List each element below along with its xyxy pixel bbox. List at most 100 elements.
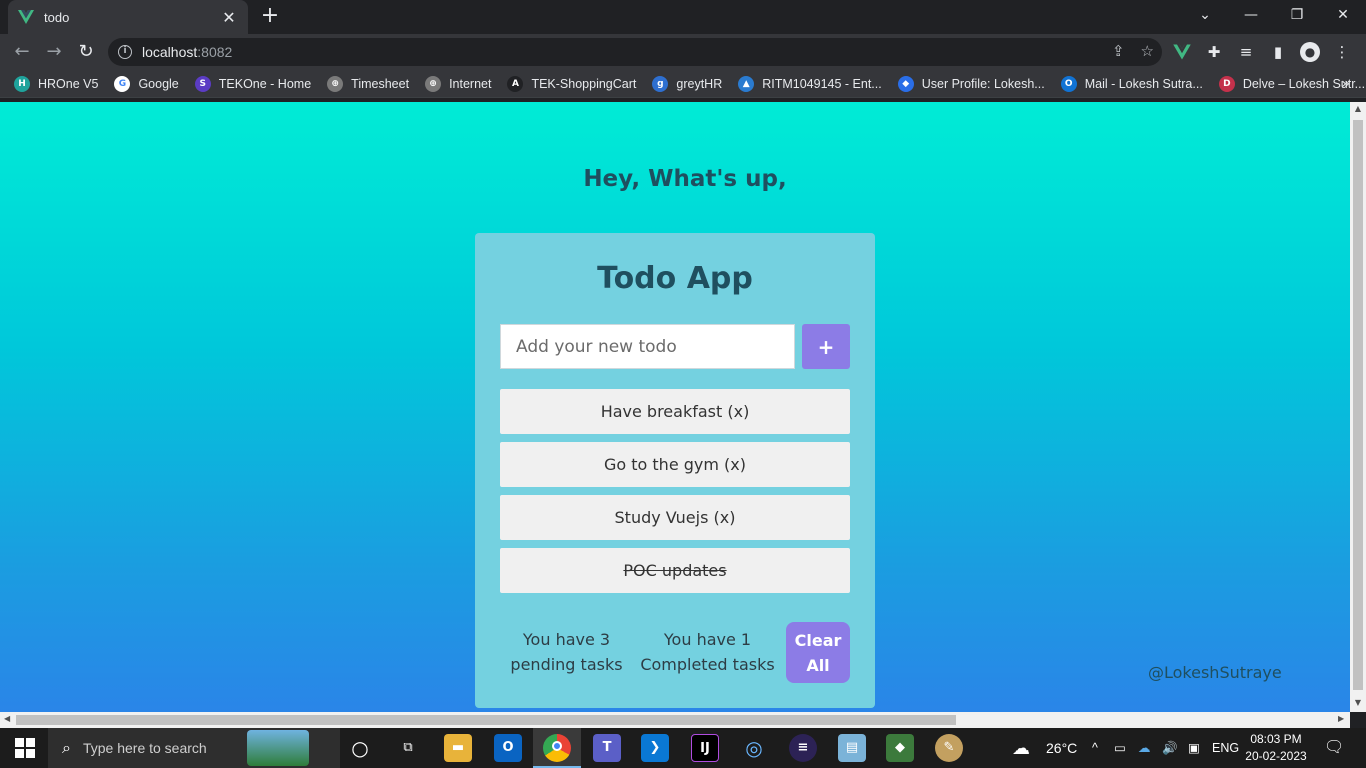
bookmark-item[interactable]: G Google <box>114 75 179 92</box>
forward-arrow-icon[interactable]: → <box>40 38 68 66</box>
menu-kebab-icon[interactable]: ⋮ <box>1332 42 1352 62</box>
clock-time: 08:03 PM <box>1250 732 1302 746</box>
clock-date: 20-02-2023 <box>1245 749 1307 763</box>
clear-all-button[interactable]: Clear All <box>786 622 850 683</box>
language-indicator[interactable]: ENG <box>1212 728 1239 768</box>
bookmark-favicon-icon: G <box>114 75 131 92</box>
edge-like-icon[interactable]: ◎ <box>740 734 768 762</box>
bookmark-label: Google <box>138 76 179 91</box>
close-window-icon[interactable]: ✕ <box>1320 0 1366 30</box>
git-tool-icon[interactable]: ◆ <box>886 734 914 762</box>
taskbar-search-box[interactable]: ⌕ Type here to search <box>48 728 340 768</box>
file-explorer-icon[interactable]: ▬ <box>444 734 472 762</box>
close-tab-icon[interactable]: ✕ <box>220 8 238 27</box>
bookmark-label: User Profile: Lokesh... <box>921 76 1045 91</box>
info-icon[interactable]: i <box>118 45 132 59</box>
paint-icon[interactable]: ✎ <box>935 734 963 762</box>
scroll-down-icon[interactable]: ▼ <box>1350 698 1366 707</box>
extensions-puzzle-icon[interactable]: ✚ <box>1204 42 1224 62</box>
vertical-scrollbar[interactable]: ▲ ▼ <box>1350 102 1366 712</box>
bookmark-label: Mail - Lokesh Sutra... <box>1084 76 1203 91</box>
bookmark-favicon-icon: A <box>507 75 524 92</box>
address-bar[interactable]: i localhost:8082 ⇪ ☆ <box>108 38 1162 66</box>
bookmark-label: RITM1049145 - Ent... <box>762 76 882 91</box>
todo-card: Todo App + Have breakfast (x) Go to the … <box>475 233 875 708</box>
todo-item[interactable]: Go to the gym (x) <box>500 442 850 487</box>
completed-line-2: Completed tasks <box>640 655 775 674</box>
notifications-icon[interactable]: 🗨 <box>1324 728 1344 768</box>
browser-toolbar: ← → ↻ i localhost:8082 ⇪ ☆ ✚ ≡ ▮ ● ⋮ <box>0 34 1366 70</box>
taskbar-clock[interactable]: 08:03 PM 20-02-2023 <box>1244 731 1308 765</box>
show-hidden-icons-icon[interactable]: ^ <box>1092 728 1098 768</box>
add-todo-button[interactable]: + <box>802 324 850 369</box>
vue-devtools-icon[interactable] <box>1172 42 1192 62</box>
outlook-icon[interactable]: O <box>494 734 522 762</box>
browser-tabstrip: todo ✕ + ⌄ — ❐ ✕ <box>0 0 1366 34</box>
side-panel-icon[interactable]: ▮ <box>1268 42 1288 62</box>
new-tab-button[interactable]: + <box>258 5 282 29</box>
url-host: localhost <box>142 44 198 60</box>
bookmark-favicon-icon: O <box>1060 75 1077 92</box>
share-icon[interactable]: ⇪ <box>1112 42 1125 60</box>
new-todo-input[interactable] <box>500 324 795 369</box>
bookmark-favicon-icon: ▲ <box>738 75 755 92</box>
tab-todo[interactable]: todo ✕ <box>8 0 248 34</box>
taskbar-search-placeholder: Type here to search <box>82 740 207 756</box>
bookmark-item[interactable]: ◆ User Profile: Lokesh... <box>897 75 1045 92</box>
bookmark-item[interactable]: ⊕ Timesheet <box>327 75 410 92</box>
bookmark-label: Timesheet <box>351 76 410 91</box>
onedrive-icon[interactable]: ☁ <box>1138 728 1151 768</box>
url-port: :8082 <box>197 44 233 60</box>
todo-item[interactable]: Study Vuejs (x) <box>500 495 850 540</box>
volume-icon[interactable]: 🔊 <box>1162 728 1178 768</box>
scroll-up-icon[interactable]: ▲ <box>1350 104 1366 113</box>
notepad-icon[interactable]: ▤ <box>838 734 866 762</box>
network-icon[interactable]: ▣ <box>1188 728 1200 768</box>
bookmark-item[interactable]: H HROne V5 <box>14 75 99 92</box>
intellij-icon[interactable]: IJ <box>691 734 719 762</box>
task-view-icon[interactable]: ⧉ <box>394 734 422 762</box>
chrome-icon[interactable] <box>543 734 571 762</box>
vertical-scroll-thumb[interactable] <box>1353 120 1363 690</box>
tab-search-icon[interactable]: ⌄ <box>1182 0 1228 30</box>
bookmark-favicon-icon: g <box>652 75 669 92</box>
minimize-icon[interactable]: — <box>1228 0 1274 30</box>
bookmark-label: HROne V5 <box>38 76 99 91</box>
bookmark-star-icon[interactable]: ☆ <box>1141 42 1154 60</box>
battery-icon[interactable]: ▭ <box>1114 728 1126 768</box>
teams-icon[interactable]: T <box>593 734 621 762</box>
vscode-icon[interactable]: ❯ <box>641 734 669 762</box>
bookmark-label: TEKOne - Home <box>218 76 312 91</box>
bookmark-label: TEK-ShoppingCart <box>531 76 637 91</box>
search-highlight-icon[interactable] <box>246 730 309 766</box>
media-queue-icon[interactable]: ≡ <box>1236 42 1256 62</box>
pending-line-2: pending tasks <box>510 655 623 674</box>
bookmark-favicon-icon: ⊕ <box>327 75 344 92</box>
bookmark-item[interactable]: ▲ RITM1049145 - Ent... <box>738 75 882 92</box>
eclipse-icon[interactable]: ≡ <box>789 734 817 762</box>
bookmarks-overflow-icon[interactable]: » <box>1341 76 1350 92</box>
todo-item[interactable]: Have breakfast (x) <box>500 389 850 434</box>
horizontal-scroll-thumb[interactable] <box>16 715 956 725</box>
cortana-icon[interactable]: ○ <box>346 734 374 762</box>
bookmark-label: Internet <box>449 76 492 91</box>
tab-title: todo <box>44 9 70 25</box>
bookmark-favicon-icon: ⊕ <box>425 75 442 92</box>
temperature-readout[interactable]: 26°C <box>1046 728 1077 768</box>
weather-cloud-icon[interactable]: ☁ <box>1012 728 1030 768</box>
back-arrow-icon[interactable]: ← <box>8 38 36 66</box>
horizontal-scrollbar[interactable]: ◀ ▶ <box>0 712 1350 728</box>
restore-icon[interactable]: ❐ <box>1274 0 1320 30</box>
scroll-right-icon[interactable]: ▶ <box>1338 714 1344 723</box>
todo-item-completed[interactable]: POC updates <box>500 548 850 593</box>
bookmark-favicon-icon: H <box>14 75 30 92</box>
bookmark-item[interactable]: S TEKOne - Home <box>194 75 312 92</box>
bookmark-item[interactable]: A TEK-ShoppingCart <box>507 75 637 92</box>
windows-start-icon[interactable] <box>15 738 35 758</box>
bookmark-item[interactable]: ⊕ Internet <box>425 75 492 92</box>
scroll-left-icon[interactable]: ◀ <box>4 714 10 723</box>
bookmark-item[interactable]: O Mail - Lokesh Sutra... <box>1060 75 1203 92</box>
reload-icon[interactable]: ↻ <box>72 38 100 66</box>
bookmark-item[interactable]: g greytHR <box>652 75 722 92</box>
profile-avatar-icon[interactable]: ● <box>1300 42 1320 62</box>
